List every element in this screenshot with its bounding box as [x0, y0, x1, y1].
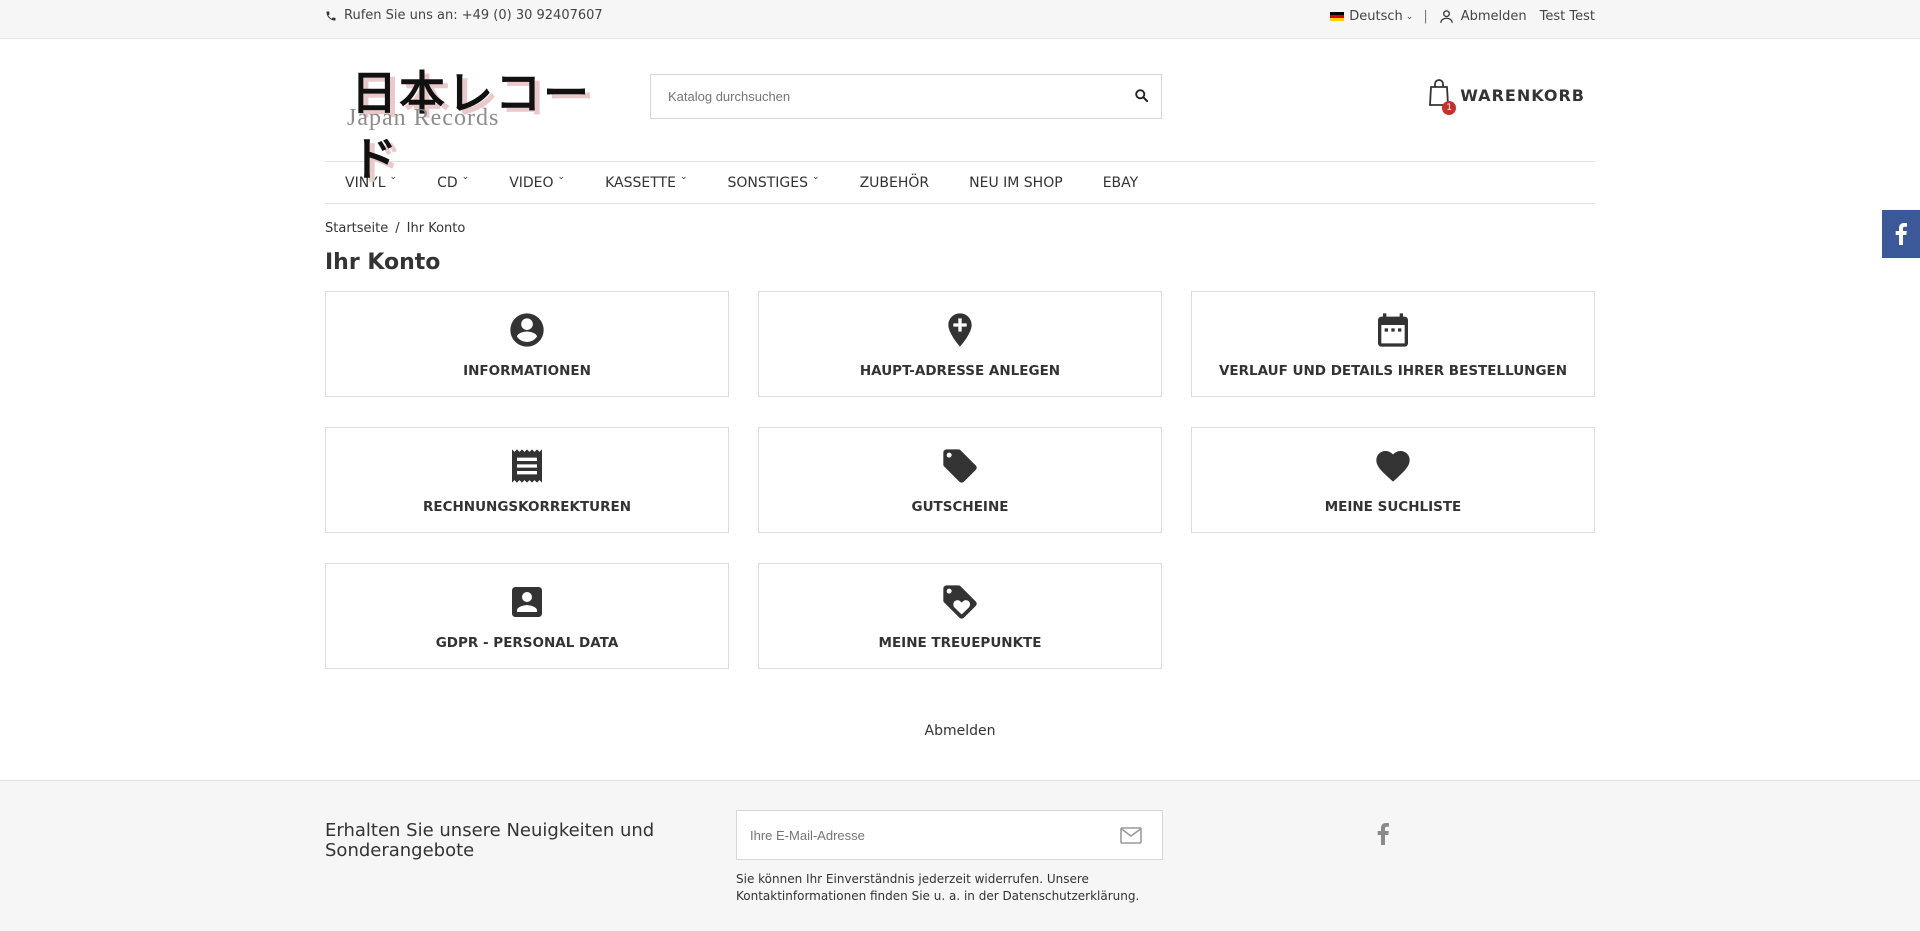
card-label: HAUPT-ADRESSE ANLEGEN	[859, 363, 1061, 379]
nav-label: KASSETTE	[605, 174, 676, 191]
phone-icon	[326, 11, 336, 20]
search-box	[650, 74, 1162, 119]
logo-english-text: Japan Records	[347, 105, 500, 131]
nav-item-sonstiges[interactable]: SONSTIGES ⌄	[727, 171, 820, 191]
account-card-bestellungen[interactable]: VERLAUF UND DETAILS IHRER BESTELLUNGEN	[1191, 291, 1595, 397]
account-circle-icon	[510, 313, 544, 347]
user-name-link[interactable]: Test Test	[1540, 9, 1595, 24]
top-bar: Rufen Sie uns an: +49 (0) 30 92407607 De…	[0, 0, 1920, 39]
newsletter-title: Erhalten Sie unsere Neuigkeiten und Sond…	[325, 820, 655, 861]
search-button[interactable]	[1134, 88, 1149, 107]
contact-phone: Rufen Sie uns an: +49 (0) 30 92407607	[325, 8, 603, 23]
card-label: MEINE TREUEPUNKTE	[878, 635, 1042, 651]
account-card-gutscheine[interactable]: GUTSCHEINE	[758, 427, 1162, 533]
chevron-down-icon: ⌄	[812, 171, 820, 182]
account-card-haupt-adresse[interactable]: HAUPT-ADRESSE ANLEGEN	[758, 291, 1162, 397]
cart-button[interactable]: 1 WARENKORB	[1428, 79, 1585, 115]
language-selector[interactable]: Deutsch ⌄	[1330, 9, 1413, 24]
footer-newsletter: Erhalten Sie unsere Neuigkeiten und Sond…	[0, 780, 1920, 931]
nav-label: ZUBEHÖR	[859, 174, 930, 191]
header: 日本レコード Japan Records 1 WARENKORB	[325, 39, 1595, 186]
add-location-icon	[948, 313, 972, 347]
heart-icon	[1376, 451, 1410, 482]
card-label: VERLAUF UND DETAILS IHRER BESTELLUNGEN	[1218, 363, 1568, 379]
account-links-grid: INFORMATIONEN HAUPT-ADRESSE ANLEGEN VERL…	[325, 291, 1595, 669]
breadcrumb-home[interactable]: Startseite	[325, 221, 388, 236]
flag-de-icon	[1330, 11, 1345, 22]
phone-text: Rufen Sie uns an: +49 (0) 30 92407607	[344, 8, 603, 23]
loyalty-icon	[943, 585, 977, 619]
account-card-treuepunkte[interactable]: MEINE TREUEPUNKTE	[758, 563, 1162, 669]
tag-icon	[943, 449, 977, 483]
card-label: INFORMATIONEN	[463, 363, 591, 379]
nav-label: SONSTIGES	[727, 174, 809, 191]
newsletter-consent-text: Sie können Ihr Einverständnis jederzeit …	[736, 872, 1140, 903]
breadcrumb: Startseite / Ihr Konto	[325, 221, 1595, 236]
card-label: GUTSCHEINE	[911, 499, 1009, 515]
page-title: Ihr Konto	[325, 250, 441, 275]
mail-icon	[1120, 827, 1142, 844]
account-box-icon	[512, 587, 542, 617]
chevron-down-icon: ⌄	[679, 171, 688, 182]
card-label: MEINE SUCHLISTE	[1324, 499, 1462, 515]
breadcrumb-current: Ihr Konto	[406, 221, 466, 236]
newsletter-submit-button[interactable]	[1120, 827, 1142, 848]
card-label: GDPR - PERSONAL DATA	[435, 635, 619, 651]
calendar-icon	[1378, 313, 1408, 347]
nav-item-zubehoer[interactable]: ZUBEHÖR	[860, 175, 930, 191]
nav-item-kassette[interactable]: KASSETTE ⌄	[605, 171, 688, 191]
email-field[interactable]	[737, 811, 1097, 859]
facebook-icon	[1895, 223, 1907, 245]
search-input[interactable]	[651, 75, 1091, 118]
chevron-down-icon: ⌄	[1405, 11, 1414, 22]
logout-link[interactable]: Abmelden	[325, 723, 1595, 739]
account-card-informationen[interactable]: INFORMATIONEN	[325, 291, 729, 397]
nav-item-ebay[interactable]: EBAY	[1103, 175, 1139, 191]
topbar-separator: |	[1423, 9, 1428, 24]
user-icon	[1439, 10, 1453, 23]
account-card-suchliste[interactable]: MEINE SUCHLISTE	[1191, 427, 1595, 533]
site-logo[interactable]: 日本レコード Japan Records	[345, 59, 615, 186]
card-label: RECHNUNGSKORREKTUREN	[422, 499, 632, 515]
account-card-gdpr[interactable]: GDPR - PERSONAL DATA	[325, 563, 729, 669]
cart-label: WARENKORB	[1460, 85, 1585, 105]
nav-label: NEU IM SHOP	[969, 174, 1063, 191]
newsletter-form	[736, 810, 1163, 860]
receipt-icon	[512, 449, 542, 483]
nav-item-neu-im-shop[interactable]: NEU IM SHOP	[969, 175, 1063, 191]
facebook-side-button[interactable]	[1882, 210, 1920, 258]
account-card-rechnungskorrekturen[interactable]: RECHNUNGSKORREKTUREN	[325, 427, 729, 533]
signout-link[interactable]: Abmelden	[1438, 8, 1527, 25]
facebook-icon	[1377, 823, 1389, 845]
signout-label: Abmelden	[1460, 9, 1527, 24]
breadcrumb-separator: /	[395, 221, 400, 236]
nav-label: EBAY	[1102, 174, 1139, 191]
cart-count-badge: 1	[1442, 101, 1457, 115]
search-icon	[1135, 89, 1149, 103]
facebook-link[interactable]	[1377, 823, 1389, 849]
language-label: Deutsch	[1349, 9, 1403, 24]
